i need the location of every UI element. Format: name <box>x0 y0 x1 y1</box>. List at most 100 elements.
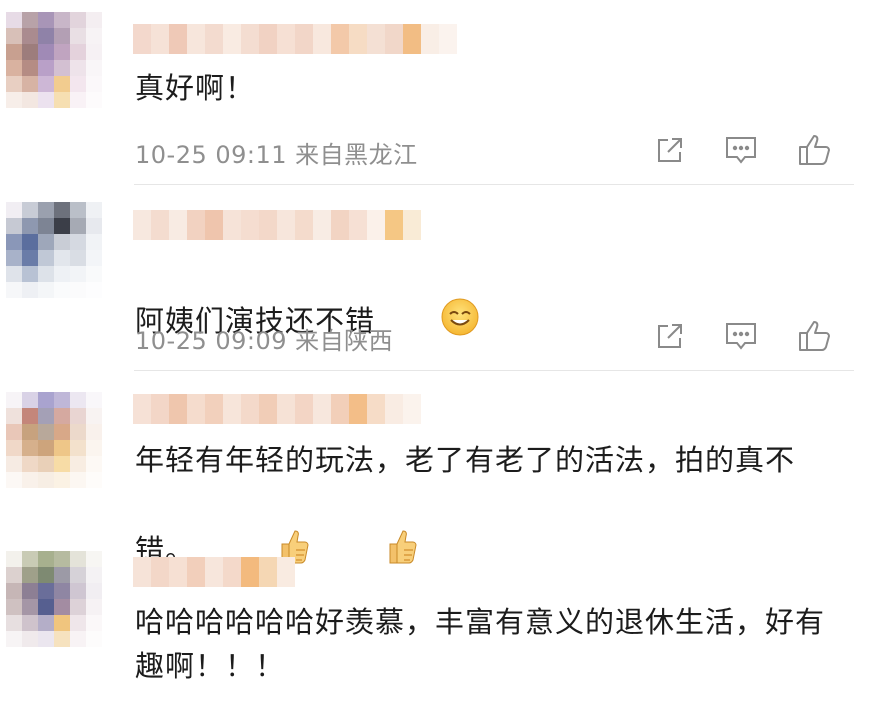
avatar-pixel <box>54 60 70 76</box>
avatar-pixel <box>70 456 86 472</box>
avatar-pixel <box>54 456 70 472</box>
like-button[interactable] <box>795 130 835 170</box>
avatar-pixel <box>70 599 86 615</box>
username-pixel <box>205 210 223 240</box>
avatar-pixel <box>86 472 102 488</box>
username-pixel <box>385 210 403 240</box>
comment-actions <box>650 316 840 356</box>
avatar-pixel <box>22 615 38 631</box>
comment-text: 年轻有年轻的玩法，老了有老了的活法，拍的真不错。 <box>135 438 825 622</box>
avatar[interactable] <box>6 392 102 488</box>
avatar-pixel <box>86 631 102 647</box>
avatar-pixel <box>54 567 70 583</box>
comment-meta: 10-25 09:11 来自黑龙江 <box>135 135 418 170</box>
comment-time: 10-25 09:11 <box>135 141 288 169</box>
username-pixel <box>223 394 241 424</box>
avatar-pixel <box>6 28 22 44</box>
thumbs-up-icon <box>799 135 830 165</box>
avatar-pixel <box>6 408 22 424</box>
username-pixel <box>169 24 187 54</box>
avatar-pixel <box>70 583 86 599</box>
username-pixel <box>295 394 313 424</box>
avatar-pixel <box>6 424 22 440</box>
avatar-pixel <box>54 266 70 282</box>
avatar-pixel <box>38 44 54 60</box>
avatar-pixel <box>38 92 54 108</box>
smiling-face-emoji <box>379 253 480 393</box>
username[interactable] <box>133 557 295 587</box>
avatar-pixel <box>38 392 54 408</box>
avatar-pixel <box>22 234 38 250</box>
username-pixel <box>187 24 205 54</box>
avatar-pixel <box>86 12 102 28</box>
username-pixel <box>259 24 277 54</box>
avatar-pixel <box>86 567 102 583</box>
username[interactable] <box>133 394 421 424</box>
username[interactable] <box>133 24 457 54</box>
avatar-pixel <box>38 408 54 424</box>
username-pixel <box>133 394 151 424</box>
avatar-pixel <box>86 551 102 567</box>
username-pixel <box>241 210 259 240</box>
username-pixel <box>367 394 385 424</box>
avatar-pixel <box>54 424 70 440</box>
username-pixel <box>385 394 403 424</box>
avatar-pixel <box>22 599 38 615</box>
avatar-pixel <box>22 44 38 60</box>
comment-icon <box>726 137 756 164</box>
avatar-pixel <box>6 440 22 456</box>
username-pixel <box>277 557 295 587</box>
username-pixel <box>151 210 169 240</box>
avatar-pixel <box>54 92 70 108</box>
avatar-pixel <box>70 472 86 488</box>
avatar-pixel <box>86 392 102 408</box>
avatar-pixel <box>38 60 54 76</box>
avatar-pixel <box>6 60 22 76</box>
username-pixel <box>331 210 349 240</box>
avatar-pixel <box>38 456 54 472</box>
avatar[interactable] <box>6 551 102 647</box>
avatar[interactable] <box>6 202 102 298</box>
avatar-pixel <box>70 218 86 234</box>
avatar-pixel <box>38 599 54 615</box>
username[interactable] <box>133 210 421 240</box>
share-button[interactable] <box>650 130 690 170</box>
avatar-pixel <box>38 234 54 250</box>
avatar[interactable] <box>6 12 102 108</box>
reply-button[interactable] <box>721 316 761 356</box>
avatar-pixel <box>70 202 86 218</box>
avatar-pixel <box>22 218 38 234</box>
avatar-pixel <box>38 202 54 218</box>
username-pixel <box>277 24 295 54</box>
avatar-pixel <box>70 76 86 92</box>
username-pixel <box>169 394 187 424</box>
avatar-pixel <box>70 615 86 631</box>
username-pixel <box>403 210 421 240</box>
avatar-pixel <box>22 92 38 108</box>
avatar-pixel <box>86 408 102 424</box>
avatar-pixel <box>86 440 102 456</box>
avatar-pixel <box>38 567 54 583</box>
avatar-pixel <box>22 472 38 488</box>
avatar-pixel <box>6 282 22 298</box>
avatar-pixel <box>70 551 86 567</box>
avatar-pixel <box>38 615 54 631</box>
divider <box>134 184 854 185</box>
thumbs-up-icon <box>799 321 830 351</box>
avatar-pixel <box>86 456 102 472</box>
avatar-pixel <box>54 202 70 218</box>
share-button[interactable] <box>650 316 690 356</box>
avatar-pixel <box>70 424 86 440</box>
username-pixel <box>187 210 205 240</box>
username-pixel <box>151 24 169 54</box>
reply-button[interactable] <box>721 130 761 170</box>
avatar-pixel <box>54 472 70 488</box>
avatar-pixel <box>38 583 54 599</box>
like-button[interactable] <box>795 316 835 356</box>
avatar-pixel <box>22 266 38 282</box>
username-pixel <box>421 24 439 54</box>
avatar-pixel <box>54 76 70 92</box>
comment-text: 真好啊！ <box>135 71 256 105</box>
avatar-pixel <box>22 250 38 266</box>
avatar-pixel <box>6 202 22 218</box>
